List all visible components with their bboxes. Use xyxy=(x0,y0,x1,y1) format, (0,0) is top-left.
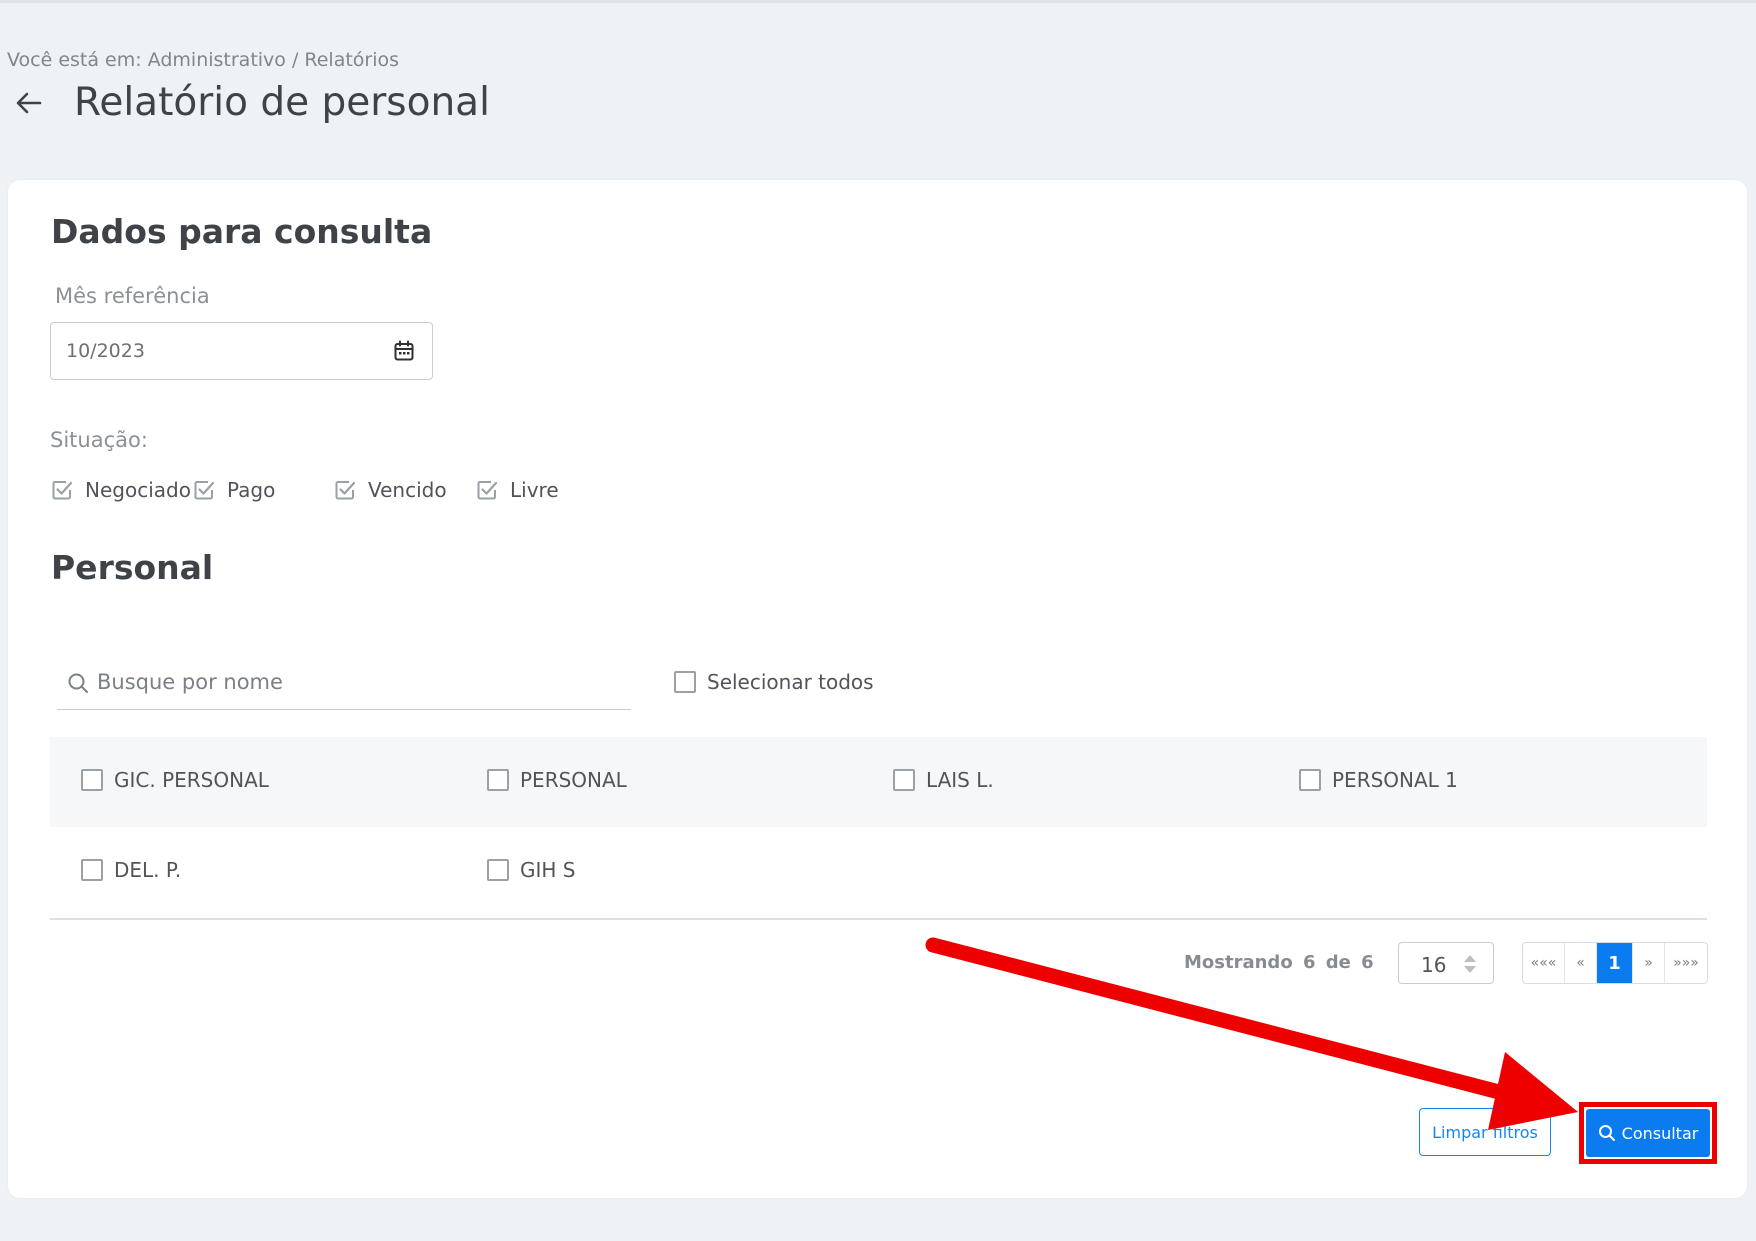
situacao-label-text: Vencido xyxy=(368,478,447,502)
search-icon xyxy=(68,673,88,693)
search-input[interactable] xyxy=(97,663,617,701)
situacao-label-text: Livre xyxy=(510,478,559,502)
checkbox-checked-icon[interactable] xyxy=(192,478,216,502)
personal-item[interactable]: DEL. P. xyxy=(81,858,181,882)
personal-row: GIC. PERSONAL PERSONAL LAIS L. PERSONAL … xyxy=(50,737,1707,827)
page-size-value: 16 xyxy=(1421,953,1447,977)
checkbox-icon[interactable] xyxy=(81,859,103,881)
situacao-vencido[interactable]: Vencido xyxy=(333,476,447,504)
personal-item[interactable]: PERSONAL 1 xyxy=(1299,768,1458,792)
checkbox-icon[interactable] xyxy=(81,769,103,791)
select-all-label: Selecionar todos xyxy=(707,670,874,694)
section-title-consulta: Dados para consulta xyxy=(51,212,433,251)
situacao-label-text: Pago xyxy=(227,478,276,502)
select-all-checkbox[interactable]: Selecionar todos xyxy=(674,670,874,694)
situacao-livre[interactable]: Livre xyxy=(475,476,559,504)
personal-item[interactable]: LAIS L. xyxy=(893,768,994,792)
pagination: ««« « 1 » »»» xyxy=(1522,942,1708,984)
personal-item-label: PERSONAL 1 xyxy=(1332,768,1458,792)
arrow-left-icon[interactable] xyxy=(14,88,44,118)
checkbox-icon[interactable] xyxy=(893,769,915,791)
search-icon xyxy=(1598,1125,1615,1141)
situacao-pago[interactable]: Pago xyxy=(192,476,275,504)
section-title-personal: Personal xyxy=(51,548,214,587)
consultar-button[interactable]: Consultar xyxy=(1586,1109,1710,1157)
checkbox-icon[interactable] xyxy=(487,769,509,791)
mes-referencia-label: Mês referência xyxy=(55,284,210,308)
calendar-icon[interactable] xyxy=(392,339,416,363)
personal-item-label: PERSONAL xyxy=(520,768,627,792)
situacao-label: Situação: xyxy=(50,428,148,452)
pagination-info: Mostrando 6 de 6 xyxy=(1184,952,1374,973)
personal-item-label: GIH S xyxy=(520,858,576,882)
personal-item-label: LAIS L. xyxy=(926,768,994,792)
mes-referencia-value: 10/2023 xyxy=(66,340,145,362)
personal-item[interactable]: PERSONAL xyxy=(487,768,627,792)
spinner-arrows-icon[interactable] xyxy=(1463,952,1477,976)
pager-page-current[interactable]: 1 xyxy=(1597,943,1633,983)
pager-last-button[interactable]: »»» xyxy=(1665,943,1707,983)
checkbox-icon[interactable] xyxy=(1299,769,1321,791)
top-border xyxy=(0,0,1756,3)
personal-item-label: GIC. PERSONAL xyxy=(114,768,269,792)
report-card: Dados para consulta Mês referência 10/20… xyxy=(8,180,1747,1198)
clear-filters-button[interactable]: Limpar filtros xyxy=(1419,1108,1551,1156)
pager-prev-button[interactable]: « xyxy=(1565,943,1597,983)
mes-referencia-input[interactable]: 10/2023 xyxy=(50,322,433,380)
personal-item-label: DEL. P. xyxy=(114,858,182,882)
pager-next-button[interactable]: » xyxy=(1633,943,1665,983)
checkbox-checked-icon[interactable] xyxy=(50,478,74,502)
situacao-negociado[interactable]: Negociado xyxy=(50,476,191,504)
search-field[interactable] xyxy=(57,655,631,710)
pager-first-button[interactable]: ««« xyxy=(1523,943,1565,983)
personal-item[interactable]: GIH S xyxy=(487,858,576,882)
personal-row: DEL. P. GIH S xyxy=(50,827,1707,917)
breadcrumb: Você está em: Administrativo / Relatório… xyxy=(7,49,400,71)
situacao-label-text: Negociado xyxy=(85,478,191,502)
personal-item[interactable]: GIC. PERSONAL xyxy=(81,768,269,792)
page-size-select[interactable]: 16 xyxy=(1398,942,1494,984)
checkbox-checked-icon[interactable] xyxy=(475,478,499,502)
checkbox-checked-icon[interactable] xyxy=(333,478,357,502)
checkbox-icon[interactable] xyxy=(674,671,696,693)
checkbox-icon[interactable] xyxy=(487,859,509,881)
consultar-label: Consultar xyxy=(1621,1123,1699,1143)
page-title: Relatório de personal xyxy=(74,80,490,125)
list-divider xyxy=(50,918,1707,920)
